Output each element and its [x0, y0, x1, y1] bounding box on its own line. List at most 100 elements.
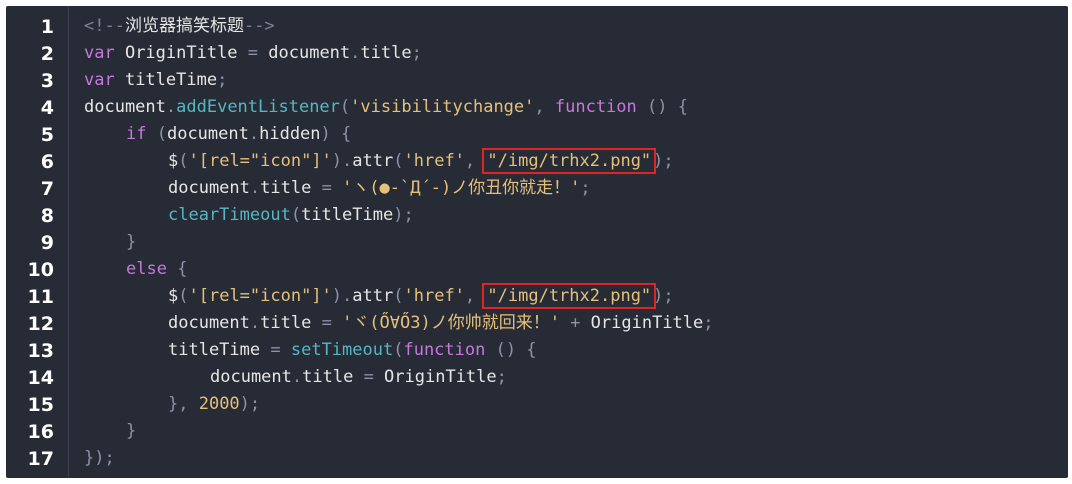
code-token: title: [260, 313, 322, 333]
code-line: 7 document.title = 'ヽ(●-`Д´-)ノ你丑你就走！';: [6, 175, 1068, 202]
code-token: }: [126, 232, 137, 252]
code-token: document: [84, 97, 166, 117]
code-token: .: [291, 367, 303, 387]
code-token: );: [393, 205, 414, 225]
code-token: var: [84, 70, 115, 90]
code-token: ): [331, 286, 343, 306]
line-number: 2: [40, 42, 54, 65]
code-line: 14 document.title = OriginTitle;: [6, 364, 1068, 391]
code-token: ,: [534, 97, 555, 117]
code-token: '[rel="icon"]': [188, 286, 332, 306]
code-token: document: [168, 313, 250, 333]
code-line: 13 titleTime = setTimeout(function () {: [6, 337, 1068, 364]
code-line: 17});: [6, 445, 1068, 472]
code-token: 浏览器搞笑标题: [124, 16, 244, 36]
code-token: OriginTitle: [114, 43, 248, 63]
code-text: if (document.hidden) {: [126, 121, 351, 148]
code-token: 'ヾ(Ő∀Ő3)ノ你帅就回来！': [342, 313, 560, 333]
code-token: ;: [580, 178, 591, 198]
code-token: function: [554, 97, 637, 117]
code-token: $: [168, 286, 179, 306]
code-token: attr: [352, 151, 394, 171]
code-text: titleTime = setTimeout(function () {: [168, 337, 537, 364]
code-token: },: [168, 394, 199, 414]
code-token: (: [178, 151, 189, 171]
code-token: ,: [464, 151, 486, 171]
code-token: }: [126, 421, 137, 441]
code-token: +: [559, 313, 591, 333]
code-token: .: [165, 97, 177, 117]
code-line: 1 <!--浏览器搞笑标题-->: [6, 13, 1068, 40]
code-token: });: [84, 448, 115, 468]
line-number: 1: [40, 15, 54, 38]
code-token: var: [84, 43, 115, 63]
line-number: 17: [27, 447, 54, 470]
code-token: );: [653, 286, 674, 306]
code-text: document.addEventListener('visibilitycha…: [84, 94, 688, 121]
line-number: 6: [40, 150, 54, 173]
code-token: document: [210, 367, 292, 387]
code-line: 4 document.addEventListener('visibilitych…: [6, 94, 1068, 121]
code-line: 2 var OriginTitle = document.title;: [6, 40, 1068, 67]
code-token: 'visibilitychange': [350, 97, 535, 117]
line-number: 9: [40, 231, 54, 254]
code-token: 'ヽ(●-`Д´-)ノ你丑你就走！': [342, 178, 581, 198]
code-token: =: [321, 313, 332, 333]
code-token: else: [126, 259, 167, 279]
code-text: <!--浏览器搞笑标题-->: [84, 13, 275, 40]
code-line: 15}, 2000);: [6, 391, 1068, 418]
code-token: ;: [217, 70, 228, 90]
line-number: 12: [27, 312, 54, 335]
code-token: function: [403, 340, 486, 360]
code-token: .: [248, 124, 260, 144]
code-line: 5 if (document.hidden) {: [6, 121, 1068, 148]
code-token: .: [350, 43, 361, 63]
code-line: 6 $('[rel="icon"]').attr('href', "/img/tr…: [6, 148, 1068, 175]
code-token: ;: [496, 367, 507, 387]
code-token: -->: [243, 16, 275, 36]
code-token: ,: [464, 286, 486, 306]
code-line: 12 document.title = 'ヾ(Ő∀Ő3)ノ你帅就回来！' + Or…: [6, 310, 1068, 337]
code-line: 16}: [6, 418, 1068, 445]
highlighted-string: "/img/trhx2.png": [482, 148, 657, 174]
code-token: ;: [703, 313, 714, 333]
code-token: 2000: [198, 394, 240, 414]
code-token: document: [166, 124, 249, 144]
code-token: ;: [411, 43, 422, 63]
code-token: document: [168, 178, 250, 198]
code-token: if: [126, 124, 147, 144]
code-token: () {: [636, 97, 688, 117]
code-token: addEventListener: [176, 97, 340, 117]
line-number: 13: [27, 339, 54, 362]
code-token: =: [321, 178, 332, 198]
code-line: 8 clearTimeout(titleTime);: [6, 202, 1068, 229]
line-number: 8: [40, 204, 54, 227]
code-text: }: [126, 418, 136, 445]
code-token: titleTime: [301, 205, 394, 225]
code-token: document: [258, 43, 351, 63]
code-token: titleTime: [168, 340, 271, 360]
code-token: =: [247, 43, 259, 63]
code-token: attr: [352, 286, 394, 306]
code-text: }: [126, 229, 136, 256]
line-number: 5: [40, 123, 54, 146]
code-text: document.title = OriginTitle;: [210, 364, 507, 391]
code-token: {: [166, 259, 188, 279]
code-token: title: [302, 367, 364, 387]
code-line: 3 var titleTime;: [6, 67, 1068, 94]
code-token: );: [239, 394, 261, 414]
code-token: <!--: [84, 16, 125, 36]
code-text: document.title = 'ヽ(●-`Д´-)ノ你丑你就走！';: [168, 175, 591, 202]
code-token: setTimeout: [290, 340, 394, 360]
code-token: title: [260, 178, 322, 198]
code-token: OriginTitle: [373, 367, 497, 387]
code-token: () {: [485, 340, 537, 360]
code-token: (: [339, 97, 351, 117]
line-number: 4: [40, 96, 54, 119]
line-number: 14: [27, 366, 54, 389]
code-token: ): [331, 151, 343, 171]
code-token: (: [290, 205, 302, 225]
code-token: 'href': [403, 286, 465, 306]
